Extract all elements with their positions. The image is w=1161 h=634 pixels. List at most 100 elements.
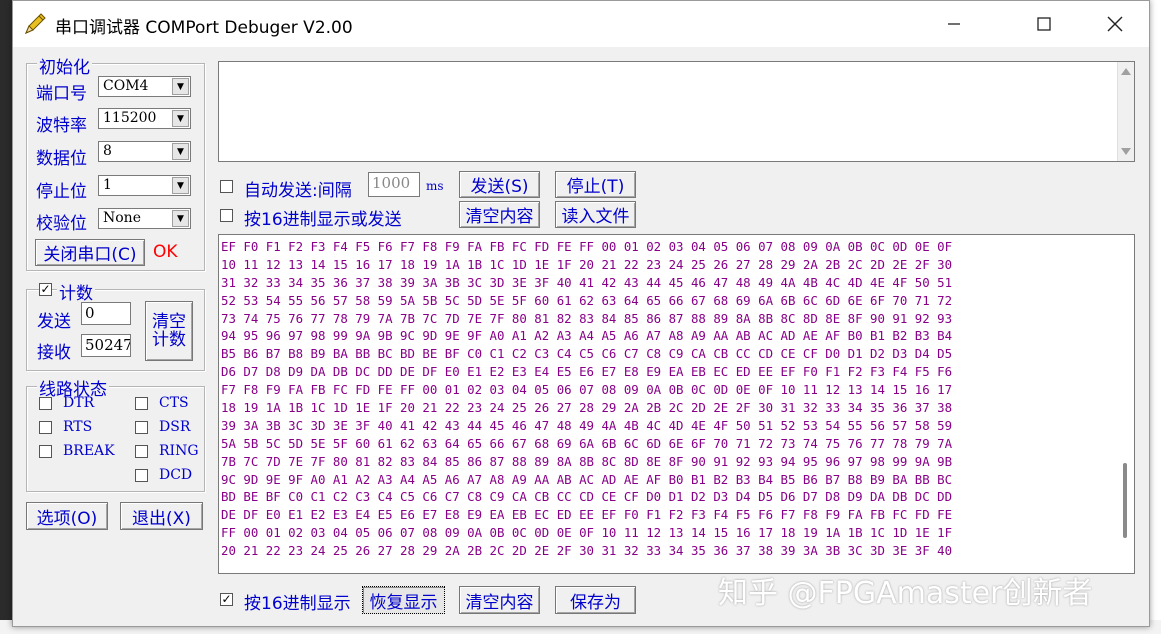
clear-send-label: 清空内容 — [465, 207, 534, 227]
receive-line: 39 3A 3B 3C 3D 3E 3F 40 41 42 43 44 45 4… — [221, 417, 953, 433]
receive-line: D6 D7 D8 D9 DA DB DC DD DE DF E0 E1 E2 E… — [221, 364, 953, 380]
stop-label: 停止(T) — [566, 177, 625, 197]
baud-label: 波特率 — [36, 116, 87, 136]
break-checkbox[interactable] — [39, 445, 52, 458]
send-scrollbar[interactable] — [1117, 62, 1134, 161]
maximize-button[interactable] — [1014, 1, 1074, 47]
receive-scroll-thumb[interactable] — [1123, 463, 1127, 538]
close-port-label: 关闭串口(C) — [43, 245, 137, 265]
chevron-down-icon[interactable]: ▼ — [172, 110, 189, 127]
options-button[interactable]: 选项(O) — [26, 502, 108, 530]
interval-field[interactable]: 1000 — [368, 172, 420, 197]
chevron-down-icon[interactable]: ▼ — [172, 210, 189, 227]
dtr-checkbox[interactable] — [39, 397, 52, 410]
receive-line: F7 F8 F9 FA FB FC FD FE FF 00 01 02 03 0… — [221, 382, 953, 398]
receive-line: 9C 9D 9E 9F A0 A1 A2 A3 A4 A5 A6 A7 A8 A… — [221, 471, 953, 487]
exit-button[interactable]: 退出(X) — [120, 502, 203, 530]
databits-label: 数据位 — [36, 149, 87, 169]
receive-line: 52 53 54 55 56 57 58 59 5A 5B 5C 5D 5E 5… — [221, 292, 953, 308]
hex-send-checkbox[interactable] — [220, 209, 233, 222]
clear-count-label-2: 计数 — [152, 330, 186, 350]
databits-select[interactable]: 8 ▼ — [98, 141, 191, 162]
resume-display-button[interactable]: 恢复显示 — [362, 586, 445, 614]
send-count-label: 发送 — [37, 312, 71, 332]
read-file-button[interactable]: 读入文件 — [555, 201, 636, 228]
receive-lines: EF F0 F1 F2 F3 F4 F5 F6 F7 F8 F9 FA FB F… — [221, 238, 1121, 560]
interval-unit: ms — [426, 179, 444, 193]
receive-line: BD BE BF C0 C1 C2 C3 C4 C5 C6 C7 C8 C9 C… — [221, 489, 953, 505]
ring-label: RING — [159, 443, 199, 459]
receive-scrollbar[interactable] — [1117, 235, 1134, 573]
receive-line: EF F0 F1 F2 F3 F4 F5 F6 F7 F8 F9 FA FB F… — [221, 239, 953, 254]
title-bar[interactable]: 串口调试器 COMPort Debuger V2.00 — [13, 1, 1149, 47]
chevron-down-icon[interactable]: ▼ — [172, 78, 189, 95]
receive-line: B5 B6 B7 B8 B9 BA BB BC BD BE BF C0 C1 C… — [221, 346, 953, 362]
receive-line: 20 21 22 23 24 25 26 27 28 29 2A 2B 2C 2… — [221, 543, 953, 559]
send-button[interactable]: 发送(S) — [459, 171, 540, 198]
send-textarea[interactable] — [218, 61, 1135, 162]
auto-send-checkbox[interactable] — [220, 180, 233, 193]
cts-checkbox[interactable] — [135, 397, 148, 410]
recv-count-field[interactable]: 502478 — [81, 334, 131, 357]
chevron-down-icon[interactable]: ▼ — [172, 143, 189, 160]
baud-value: 115200 — [103, 110, 157, 126]
stopbits-label: 停止位 — [36, 182, 87, 202]
stop-button[interactable]: 停止(T) — [555, 171, 636, 198]
count-group-title: 计数 — [57, 279, 95, 304]
rts-checkbox[interactable] — [39, 421, 52, 434]
baud-select[interactable]: 115200 ▼ — [98, 108, 191, 129]
send-label: 发送(S) — [470, 177, 529, 197]
init-group-title: 初始化 — [37, 53, 92, 78]
scroll-down-icon[interactable] — [1121, 148, 1131, 155]
scroll-up-icon[interactable] — [1121, 68, 1131, 75]
clear-receive-label: 清空内容 — [465, 592, 534, 613]
receive-line: 31 32 33 34 35 36 37 38 39 3A 3B 3C 3D 3… — [221, 274, 953, 290]
break-label: BREAK — [63, 443, 115, 459]
save-as-label: 保存为 — [570, 592, 621, 613]
options-label: 选项(O) — [36, 508, 98, 529]
ring-checkbox[interactable] — [135, 445, 148, 458]
dtr-label: DTR — [63, 395, 95, 411]
chevron-down-icon[interactable]: ▼ — [172, 177, 189, 194]
close-port-button[interactable]: 关闭串口(C) — [35, 239, 145, 266]
resume-display-label: 恢复显示 — [369, 592, 438, 613]
receive-textarea[interactable]: EF F0 F1 F2 F3 F4 F5 F6 F7 F8 F9 FA FB F… — [218, 234, 1135, 574]
receive-line: 73 74 75 76 77 78 79 7A 7B 7C 7D 7E 7F 8… — [221, 310, 953, 326]
stopbits-select[interactable]: 1 ▼ — [98, 175, 191, 196]
parity-select[interactable]: None ▼ — [98, 208, 191, 229]
receive-line: 7B 7C 7D 7E 7F 80 81 82 83 84 85 86 87 8… — [221, 453, 953, 469]
receive-line: 94 95 96 97 98 99 9A 9B 9C 9D 9E 9F A0 A… — [221, 328, 953, 344]
save-as-button[interactable]: 保存为 — [555, 586, 636, 614]
rts-label: RTS — [63, 419, 93, 435]
close-icon — [1107, 16, 1123, 32]
maximize-icon — [1037, 17, 1051, 31]
parity-label: 校验位 — [36, 214, 87, 234]
pen-app-icon — [25, 13, 46, 34]
minimize-icon — [948, 23, 960, 25]
hex-send-label: 按16进制显示或发送 — [244, 210, 402, 230]
minimize-button[interactable] — [924, 1, 984, 47]
receive-line: FF 00 01 02 03 04 05 06 07 08 09 0A 0B 0… — [221, 525, 953, 541]
cts-label: CTS — [159, 395, 189, 411]
port-status-ok: OK — [153, 242, 178, 262]
watermark-text: 知乎 @FPGAmaster创新者 — [718, 576, 1093, 611]
close-button[interactable] — [1085, 1, 1145, 47]
dcd-label: DCD — [159, 467, 193, 483]
clear-count-label-1: 清空 — [152, 312, 186, 332]
clear-receive-button[interactable]: 清空内容 — [459, 586, 540, 614]
receive-line: 10 11 12 13 14 15 16 17 18 19 1A 1B 1C 1… — [221, 256, 953, 272]
parity-value: None — [103, 210, 141, 226]
port-select[interactable]: COM4 ▼ — [98, 76, 191, 97]
recv-count-label: 接收 — [37, 343, 71, 363]
dsr-label: DSR — [159, 419, 191, 435]
dcd-checkbox[interactable] — [135, 469, 148, 482]
hex-display-checkbox[interactable]: ✓ — [220, 593, 233, 606]
exit-label: 退出(X) — [132, 508, 191, 529]
databits-value: 8 — [103, 143, 112, 159]
clear-count-button[interactable]: 清空 计数 — [145, 301, 193, 361]
serial-debugger-window: 串口调试器 COMPort Debuger V2.00 初始化 端口号 COM4… — [12, 0, 1150, 627]
send-count-field[interactable]: 0 — [81, 302, 131, 325]
dsr-checkbox[interactable] — [135, 421, 148, 434]
count-checkbox[interactable]: ✓ — [39, 283, 52, 296]
clear-send-button[interactable]: 清空内容 — [459, 201, 540, 228]
